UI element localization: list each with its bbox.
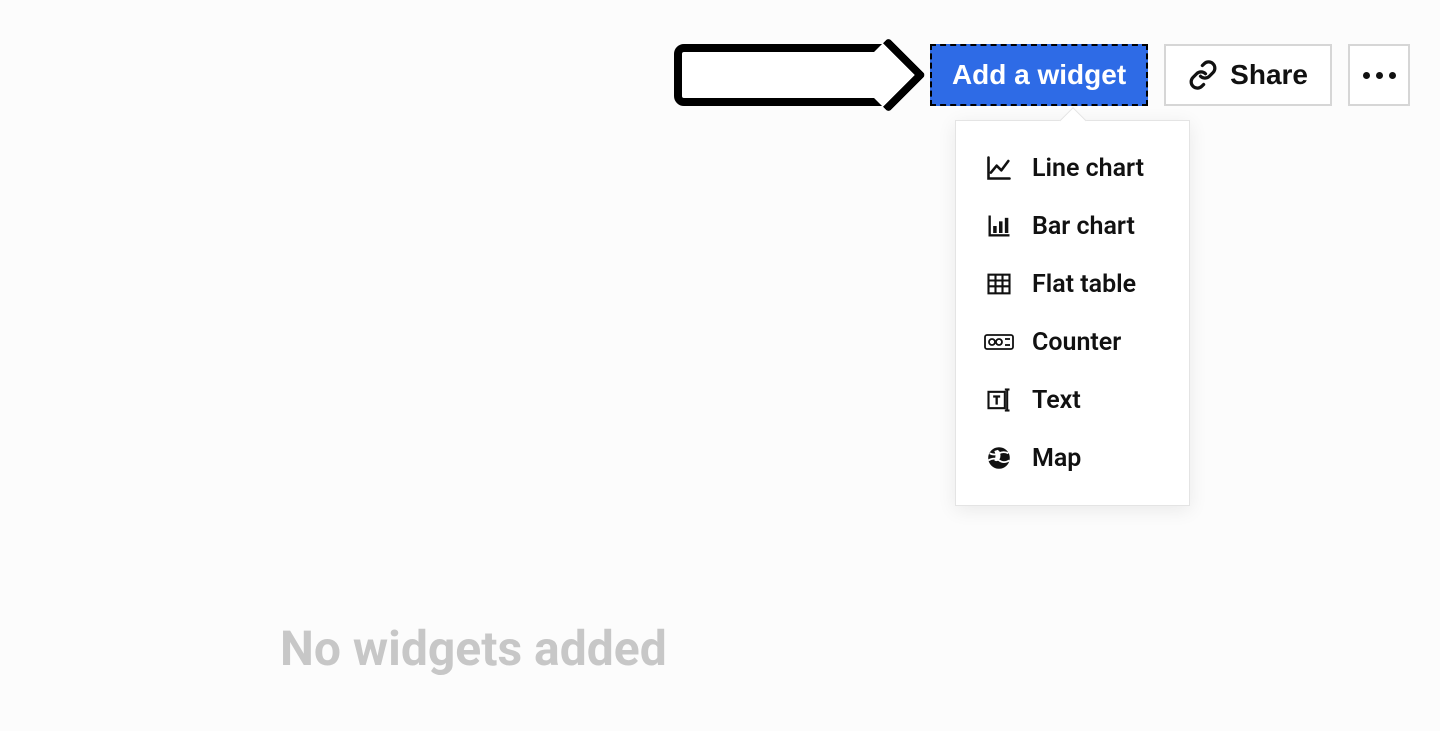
widget-type-menu: Line chart Bar chart Flat table	[955, 120, 1190, 506]
add-widget-label: Add a widget	[952, 59, 1126, 91]
text-icon	[984, 385, 1014, 415]
menu-item-map[interactable]: Map	[956, 429, 1189, 487]
counter-icon	[984, 327, 1014, 357]
menu-item-label: Line chart	[1032, 154, 1144, 183]
menu-item-text[interactable]: Text	[956, 371, 1189, 429]
menu-item-label: Flat table	[1032, 270, 1136, 299]
toolbar: Add a widget Share	[674, 44, 1410, 106]
share-label: Share	[1230, 59, 1308, 91]
more-options-button[interactable]	[1348, 44, 1410, 106]
menu-item-line-chart[interactable]: Line chart	[956, 139, 1189, 197]
more-icon	[1363, 72, 1396, 79]
line-chart-icon	[984, 153, 1014, 183]
bar-chart-icon	[984, 211, 1014, 241]
table-icon	[984, 269, 1014, 299]
globe-icon	[984, 443, 1014, 473]
menu-item-label: Text	[1032, 386, 1081, 415]
empty-state-message: No widgets added	[280, 620, 667, 677]
menu-item-bar-chart[interactable]: Bar chart	[956, 197, 1189, 255]
menu-item-counter[interactable]: Counter	[956, 313, 1189, 371]
link-icon	[1188, 60, 1218, 90]
menu-item-label: Counter	[1032, 328, 1121, 357]
add-widget-button[interactable]: Add a widget	[930, 44, 1148, 106]
menu-item-flat-table[interactable]: Flat table	[956, 255, 1189, 313]
pointer-tag-icon	[674, 44, 884, 106]
share-button[interactable]: Share	[1164, 44, 1332, 106]
menu-item-label: Bar chart	[1032, 212, 1135, 241]
menu-item-label: Map	[1032, 444, 1081, 473]
